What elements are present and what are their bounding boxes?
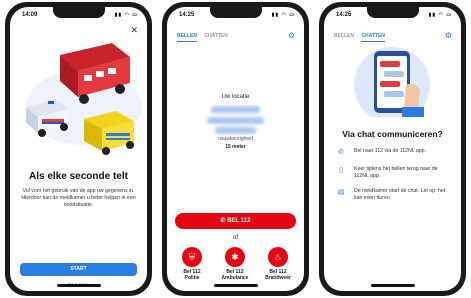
notch [52, 7, 105, 18]
blurred-address-line-2 [207, 117, 264, 124]
status-icons: ▮▮ ◠ ▭ [114, 12, 138, 18]
blurred-address-line-3 [215, 127, 256, 134]
fire-icon: ♨ [268, 247, 288, 267]
call-ambulance-button[interactable]: ✱ Bel 112 Ambulance [218, 247, 252, 281]
mobile-icon: ▯ [339, 167, 343, 174]
tab-bellen[interactable]: BELLEN [334, 33, 354, 41]
call-112-label: BEL 112 [227, 218, 251, 224]
step-1: ✆ Bel naar 112 via de 112NL app. [336, 148, 451, 164]
screen-call: 14:25 ▮▮ ◠ ▭ BELLEN CHATTEN ⚙ Uw locatie… [167, 7, 304, 291]
step-text: Keer tijdens het bellen terug naar de 11… [354, 166, 438, 179]
notch [366, 7, 419, 18]
home-indicator [56, 284, 101, 287]
accuracy-label: nauwkeurigheid [217, 136, 254, 142]
ambulance-icon: ✱ [225, 247, 245, 267]
service-line2: Brandweer [265, 275, 291, 281]
accuracy-value: 15 meter [225, 144, 246, 150]
service-line2: Ambulance [221, 275, 249, 281]
tab-bellen[interactable]: BELLEN [177, 33, 197, 42]
start-button[interactable]: START [20, 263, 137, 276]
phone-onboarding: 14:09 ▮▮ ◠ ▭ ✕ Als elke seconde telt Vul… [5, 2, 152, 296]
or-label: of [232, 235, 238, 241]
chat-icon: ▤ [337, 189, 345, 196]
step-3: ▤ De meldkamer start de chat. Let op: he… [336, 188, 451, 204]
phone-call: 14:25 ▮▮ ◠ ▭ BELLEN CHATTEN ⚙ Uw locatie… [162, 2, 309, 296]
home-indicator [370, 284, 415, 287]
police-icon: ⛨ [182, 247, 202, 267]
phone-chat-info: 14:25 ▮▮ ◠ ▭ BELLEN CHATTEN ⚙ Via chat c… [319, 2, 466, 296]
screen-onboarding: 14:09 ▮▮ ◠ ▭ ✕ Als elke seconde telt Vul… [10, 7, 147, 291]
status-time: 14:25 [336, 12, 352, 18]
location-label: Uw locatie [221, 94, 250, 100]
service-line2: Politie [184, 275, 200, 281]
notch [209, 7, 262, 18]
screen-chat-info: 14:25 ▮▮ ◠ ▭ BELLEN CHATTEN ⚙ Via chat c… [324, 7, 461, 291]
step-2: ▯ Keer tijdens het bellen terug naar de … [336, 166, 451, 182]
tab-bar: BELLEN CHATTEN [177, 33, 234, 42]
tab-chatten[interactable]: CHATTEN [204, 33, 228, 41]
chat-title: Via chat communiceren? [342, 129, 443, 139]
step-text: Bel naar 112 via de 112NL app. [354, 148, 427, 154]
call-112-button[interactable]: ✆ BEL 112 [175, 213, 296, 229]
call-police-button[interactable]: ⛨ Bel 112 Politie [175, 247, 209, 281]
status-time: 14:09 [22, 12, 38, 18]
onboarding-title: Als elke seconde telt [29, 171, 128, 182]
status-icons: ▮▮ ◠ ▭ [428, 12, 452, 18]
status-time: 14:25 [179, 12, 195, 18]
tab-bar: BELLEN CHATTEN [334, 33, 391, 42]
tab-chatten[interactable]: CHATTEN [361, 33, 385, 42]
chat-on-phone-illustration [354, 47, 430, 117]
emergency-vehicles-illustration [26, 43, 142, 155]
settings-gear-icon[interactable]: ⚙ [445, 31, 452, 40]
settings-gear-icon[interactable]: ⚙ [288, 31, 295, 40]
step-text: De meldkamer start de chat. Let op: het … [354, 188, 446, 201]
home-indicator [213, 284, 258, 287]
onboarding-body: Vul voor het gebruik van de app uw gegev… [21, 188, 136, 208]
call-fire-button[interactable]: ♨ Bel 112 Brandweer [261, 247, 295, 281]
blurred-address-line-1 [211, 106, 260, 113]
phone-icon: ✆ [338, 149, 344, 156]
status-icons: ▮▮ ◠ ▭ [271, 12, 295, 18]
